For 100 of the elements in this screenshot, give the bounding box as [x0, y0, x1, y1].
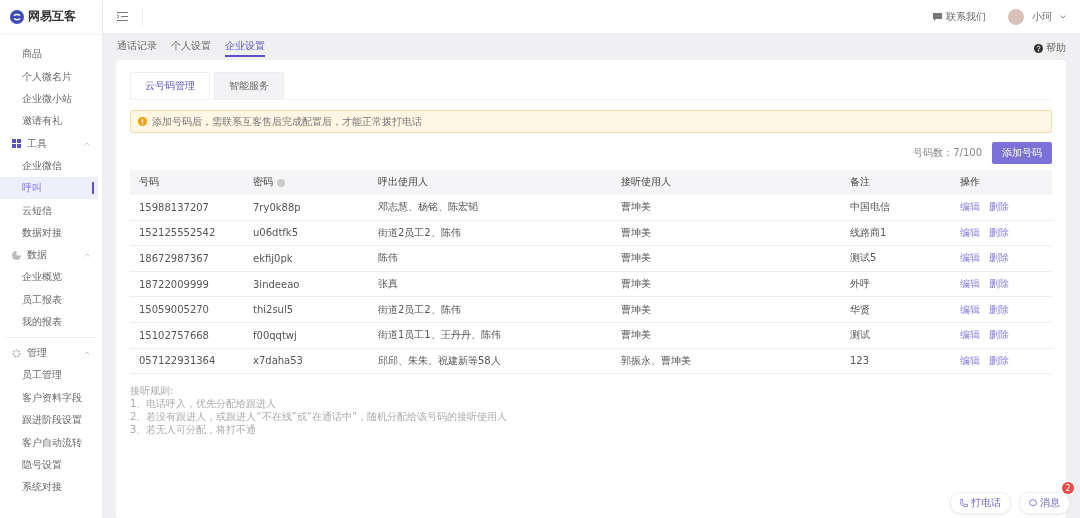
help-link[interactable]: 帮助 [1034, 41, 1066, 55]
edit-link[interactable]: 编辑 [960, 200, 980, 215]
info-icon[interactable] [277, 178, 285, 187]
page-tab[interactable]: 企业设置 [225, 39, 265, 57]
edit-link[interactable]: 编辑 [960, 251, 980, 266]
sidebar-section[interactable]: 工具 [0, 132, 102, 155]
sidebar-item[interactable]: 企业概览 [0, 266, 98, 289]
table-cell-text: 曹坤美 [621, 302, 652, 317]
table-cell-text: x7daha53 [253, 355, 304, 367]
table-cell-text: 曹坤美 [621, 277, 652, 292]
delete-link[interactable]: 删除 [989, 328, 1009, 343]
table-cell-text: 华贤 [850, 302, 871, 317]
table-cell-text: 152125552542 [139, 227, 217, 239]
edit-link[interactable]: 编辑 [960, 277, 980, 292]
column-header: 接听使用人 [621, 176, 672, 189]
table-cell-text: u06dtfk5 [253, 227, 299, 239]
page-tab[interactable]: 个人设置 [171, 39, 211, 57]
column-header: 备注 [850, 176, 871, 189]
table-cell-text: 张真 [378, 277, 399, 292]
contact-link[interactable]: 联系我们 [933, 9, 986, 24]
table-cell-text: 街道2员工2、陈伟 [378, 302, 462, 317]
chevron-down-icon[interactable] [1060, 14, 1066, 19]
table-cell-text: 外呼 [850, 277, 871, 292]
edit-link[interactable]: 编辑 [960, 225, 980, 240]
sidebar-item[interactable]: 企业微小站 [0, 87, 98, 111]
message-button[interactable]: 消息 [1019, 492, 1070, 514]
menu-icon[interactable] [117, 12, 128, 21]
pie-chart-icon [12, 250, 21, 260]
table-cell-text: 15059005270 [139, 304, 210, 316]
card-tab[interactable]: 云号码管理 [130, 72, 210, 99]
number-count: 号码数：7/100 [913, 146, 982, 160]
sidebar-item[interactable]: 隐号设置 [0, 453, 98, 477]
table-cell-text: 曹坤美 [621, 251, 652, 266]
sidebar-item[interactable]: 客户资料字段 [0, 386, 98, 410]
chat-icon [1029, 499, 1037, 507]
add-number-button[interactable]: 添加号码 [992, 142, 1052, 164]
sidebar-item[interactable]: 系统对接 [0, 476, 98, 499]
table-cell-text: 123 [850, 355, 871, 367]
rule-text: 3、若无人可分配，将打不通 [130, 423, 258, 437]
table-cell-text: 陈伟 [378, 251, 399, 266]
grid-icon [12, 139, 21, 149]
delete-link[interactable]: 删除 [989, 353, 1009, 368]
table-cell-text: 曹坤美 [621, 200, 652, 215]
sidebar-item[interactable]: 客户自动流转 [0, 431, 98, 454]
column-header: 密码 [253, 176, 378, 189]
alert-text: 添加号码后，需联系互客售后完成配置后，才能正常拨打电话 [152, 114, 422, 129]
edit-link[interactable]: 编辑 [960, 302, 980, 317]
table-cell-text: thi2sul5 [253, 304, 295, 316]
delete-link[interactable]: 删除 [989, 302, 1009, 317]
phone-icon [960, 499, 968, 507]
unread-badge: 2 [1062, 482, 1074, 494]
card-tab[interactable]: 智能服务 [214, 72, 284, 99]
avatar[interactable] [1008, 8, 1024, 25]
edit-link[interactable]: 编辑 [960, 353, 980, 368]
brand-name: 网易互客 [28, 8, 76, 25]
table-cell-text: 18672987367 [139, 253, 210, 264]
call-button[interactable]: 打电话 [950, 492, 1011, 514]
sidebar-item[interactable]: 邀请有礼 [0, 110, 98, 133]
table-cell-text: 邓志慧、杨铭、陈宏韬 [378, 200, 479, 215]
column-header: 号码 [139, 176, 160, 189]
delete-link[interactable]: 删除 [989, 251, 1009, 266]
chevron-up-icon[interactable] [84, 141, 90, 146]
chevron-up-icon[interactable] [84, 351, 90, 356]
sidebar-item[interactable]: 员工报表 [0, 288, 98, 311]
sidebar-item[interactable]: 数据对接 [0, 221, 98, 245]
rule-text: 2、若没有跟进人，或跟进人“不在线”或“在通话中”，随机分配给该号码的接听使用人 [130, 410, 509, 424]
rule-text: 接听规则: [130, 384, 175, 398]
page-tab[interactable]: 通话记录 [117, 39, 157, 57]
user-name[interactable]: 小珂 [1032, 9, 1052, 24]
sidebar-item[interactable]: 个人微名片 [0, 65, 98, 88]
settings-icon [12, 348, 21, 358]
rule-text: 1、电话呼入，优先分配给跟进人 [130, 397, 278, 411]
sidebar-section[interactable]: 管理 [0, 342, 102, 365]
delete-link[interactable]: 删除 [989, 277, 1009, 292]
delete-link[interactable]: 删除 [989, 225, 1009, 240]
table-cell-text: 18722009999 [139, 278, 210, 290]
table-cell-text: 057122931364 [139, 355, 217, 367]
sidebar-item[interactable]: 跟进阶段设置 [0, 409, 98, 432]
table-cell-text: 15988137207 [139, 201, 210, 213]
sidebar-item[interactable]: 呼叫 [0, 176, 98, 200]
table-cell-text: f00qqtwj [253, 329, 298, 341]
sidebar-item[interactable]: 企业微信 [0, 154, 98, 177]
chevron-up-icon[interactable] [84, 253, 90, 258]
table-cell-text: ekfij0pk [253, 253, 294, 264]
sidebar-item[interactable]: 云短信 [0, 199, 98, 222]
sidebar-section[interactable]: 数据 [0, 244, 102, 267]
table-cell-text: 3indeeao [253, 278, 301, 290]
table-cell-text: 线路商1 [850, 225, 888, 240]
table-cell-text: 邱邱、朱朱、祝建新等58人 [378, 353, 502, 368]
help-icon [1034, 43, 1043, 53]
edit-link[interactable]: 编辑 [960, 328, 980, 343]
sidebar-item[interactable]: 商品 [0, 43, 98, 66]
table-cell-text: 曹坤美 [621, 225, 652, 240]
sidebar-item[interactable]: 我的报表 [0, 310, 98, 334]
delete-link[interactable]: 删除 [989, 200, 1009, 215]
table-cell-text: 测试5 [850, 251, 878, 266]
message-icon [933, 12, 942, 21]
sidebar-item[interactable]: 员工管理 [0, 364, 98, 387]
column-header: 操作 [960, 176, 981, 189]
table-cell-text: 15102757668 [139, 329, 210, 341]
